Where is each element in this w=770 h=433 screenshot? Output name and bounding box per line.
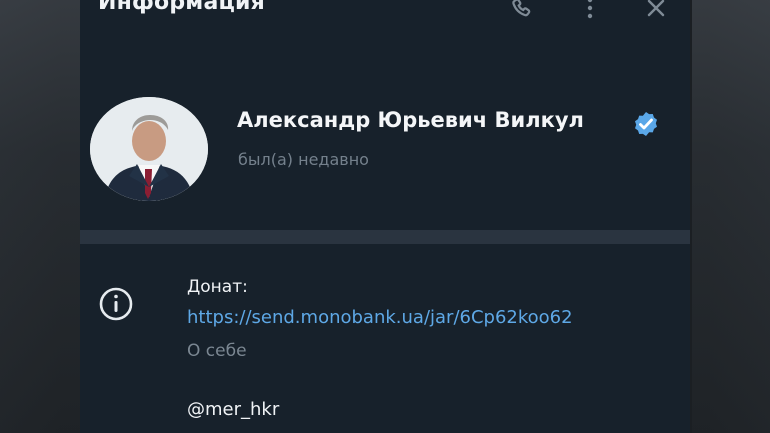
section-divider	[80, 230, 690, 244]
portrait-avatar-image	[90, 97, 208, 201]
verified-badge	[632, 110, 660, 138]
screenshot-stage: Информация Александр Юрьевич Вилкул был(…	[0, 0, 770, 433]
profile-section: Александр Юрьевич Вилкул был(а) недавно	[80, 80, 690, 230]
background-right-blur	[692, 0, 770, 433]
more-vertical-icon	[587, 0, 593, 19]
info-section: Донат: https://send.monobank.ua/jar/6Cp6…	[80, 244, 690, 433]
background-left-blur	[0, 0, 80, 433]
phone-button[interactable]	[508, 0, 536, 22]
username[interactable]: @mer_hkr	[187, 399, 279, 420]
verified-icon	[635, 112, 657, 136]
profile-info-panel: Информация Александр Юрьевич Вилкул был(…	[80, 0, 690, 433]
more-options-button[interactable]	[576, 0, 604, 22]
panel-title: Информация	[98, 0, 265, 15]
close-icon	[647, 0, 665, 17]
donate-label: Донат:	[187, 277, 248, 297]
profile-name: Александр Юрьевич Вилкул	[237, 108, 584, 132]
avatar[interactable]	[90, 97, 208, 201]
last-seen-status: был(а) недавно	[238, 150, 369, 169]
info-icon	[98, 286, 134, 322]
donation-link[interactable]: https://send.monobank.ua/jar/6Cp62koo62	[187, 307, 573, 328]
panel-header: Информация	[80, 0, 690, 34]
phone-icon	[512, 0, 531, 17]
about-label: О себе	[187, 341, 247, 361]
close-button[interactable]	[642, 0, 670, 22]
